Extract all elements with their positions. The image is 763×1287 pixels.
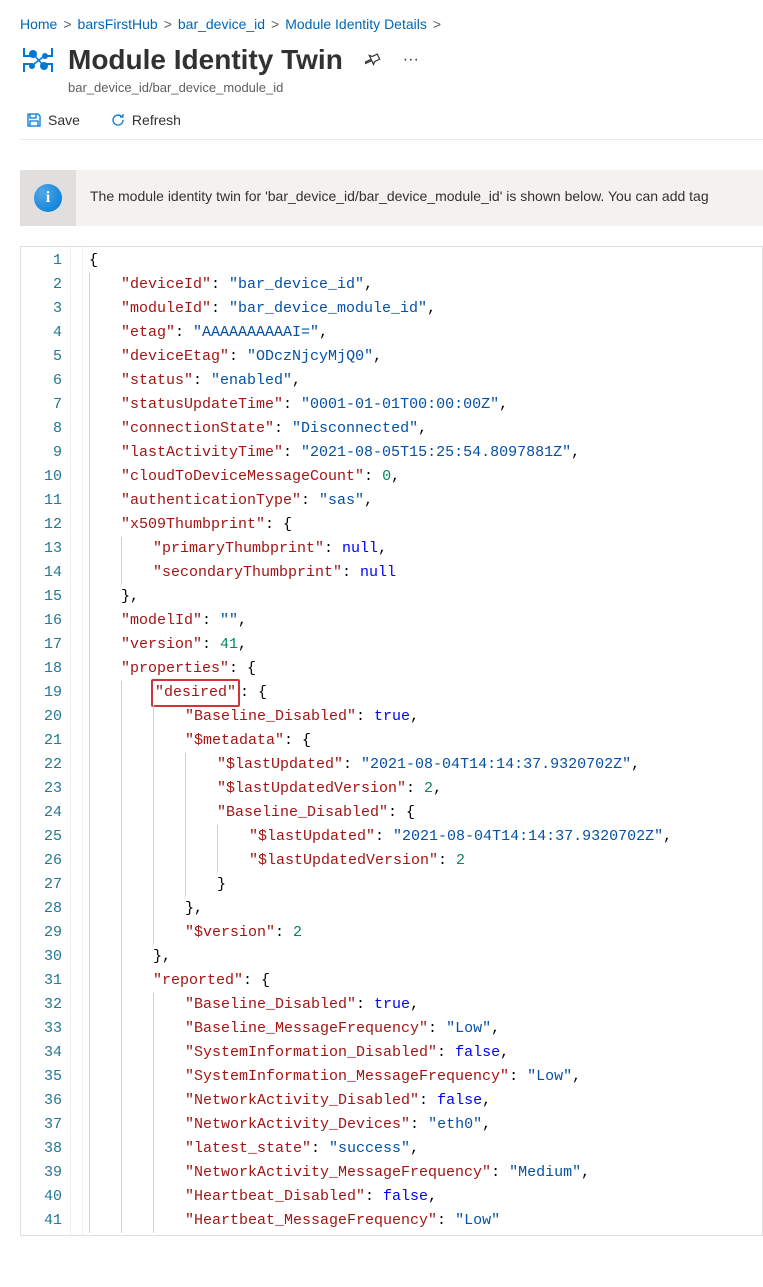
refresh-button[interactable]: Refresh	[104, 111, 187, 129]
line-gutter: 1234567891011121314151617181920212223242…	[21, 247, 71, 1235]
refresh-label: Refresh	[132, 112, 181, 128]
breadcrumb-item-device[interactable]: bar_device_id	[178, 16, 265, 32]
more-button[interactable]: ···	[397, 46, 425, 74]
save-icon	[26, 112, 42, 128]
chevron-right-icon: >	[63, 16, 71, 32]
ellipsis-icon: ···	[403, 51, 419, 69]
chevron-right-icon: >	[164, 16, 172, 32]
breadcrumb-item-hub[interactable]: barsFirstHub	[78, 16, 158, 32]
resource-icon	[20, 42, 56, 78]
divider	[20, 139, 763, 140]
breadcrumb-item-home[interactable]: Home	[20, 16, 57, 32]
chevron-right-icon: >	[433, 16, 441, 32]
save-label: Save	[48, 112, 80, 128]
info-text: The module identity twin for 'bar_device…	[76, 170, 723, 226]
save-button[interactable]: Save	[20, 111, 86, 129]
page-title: Module Identity Twin	[68, 44, 343, 76]
info-icon: i	[34, 184, 62, 212]
chevron-right-icon: >	[271, 16, 279, 32]
info-banner: i The module identity twin for 'bar_devi…	[20, 170, 763, 226]
breadcrumb: Home > barsFirstHub > bar_device_id > Mo…	[20, 16, 763, 32]
toolbar: Save Refresh	[20, 107, 763, 139]
pin-button[interactable]	[359, 46, 387, 74]
refresh-icon	[110, 112, 126, 128]
json-editor[interactable]: 1234567891011121314151617181920212223242…	[20, 246, 763, 1236]
pin-icon	[365, 52, 381, 68]
page-subtitle: bar_device_id/bar_device_module_id	[68, 80, 763, 95]
code-area[interactable]: {"deviceId": "bar_device_id","moduleId":…	[83, 247, 762, 1235]
breadcrumb-item-module-details[interactable]: Module Identity Details	[285, 16, 427, 32]
fold-column	[71, 247, 83, 1235]
